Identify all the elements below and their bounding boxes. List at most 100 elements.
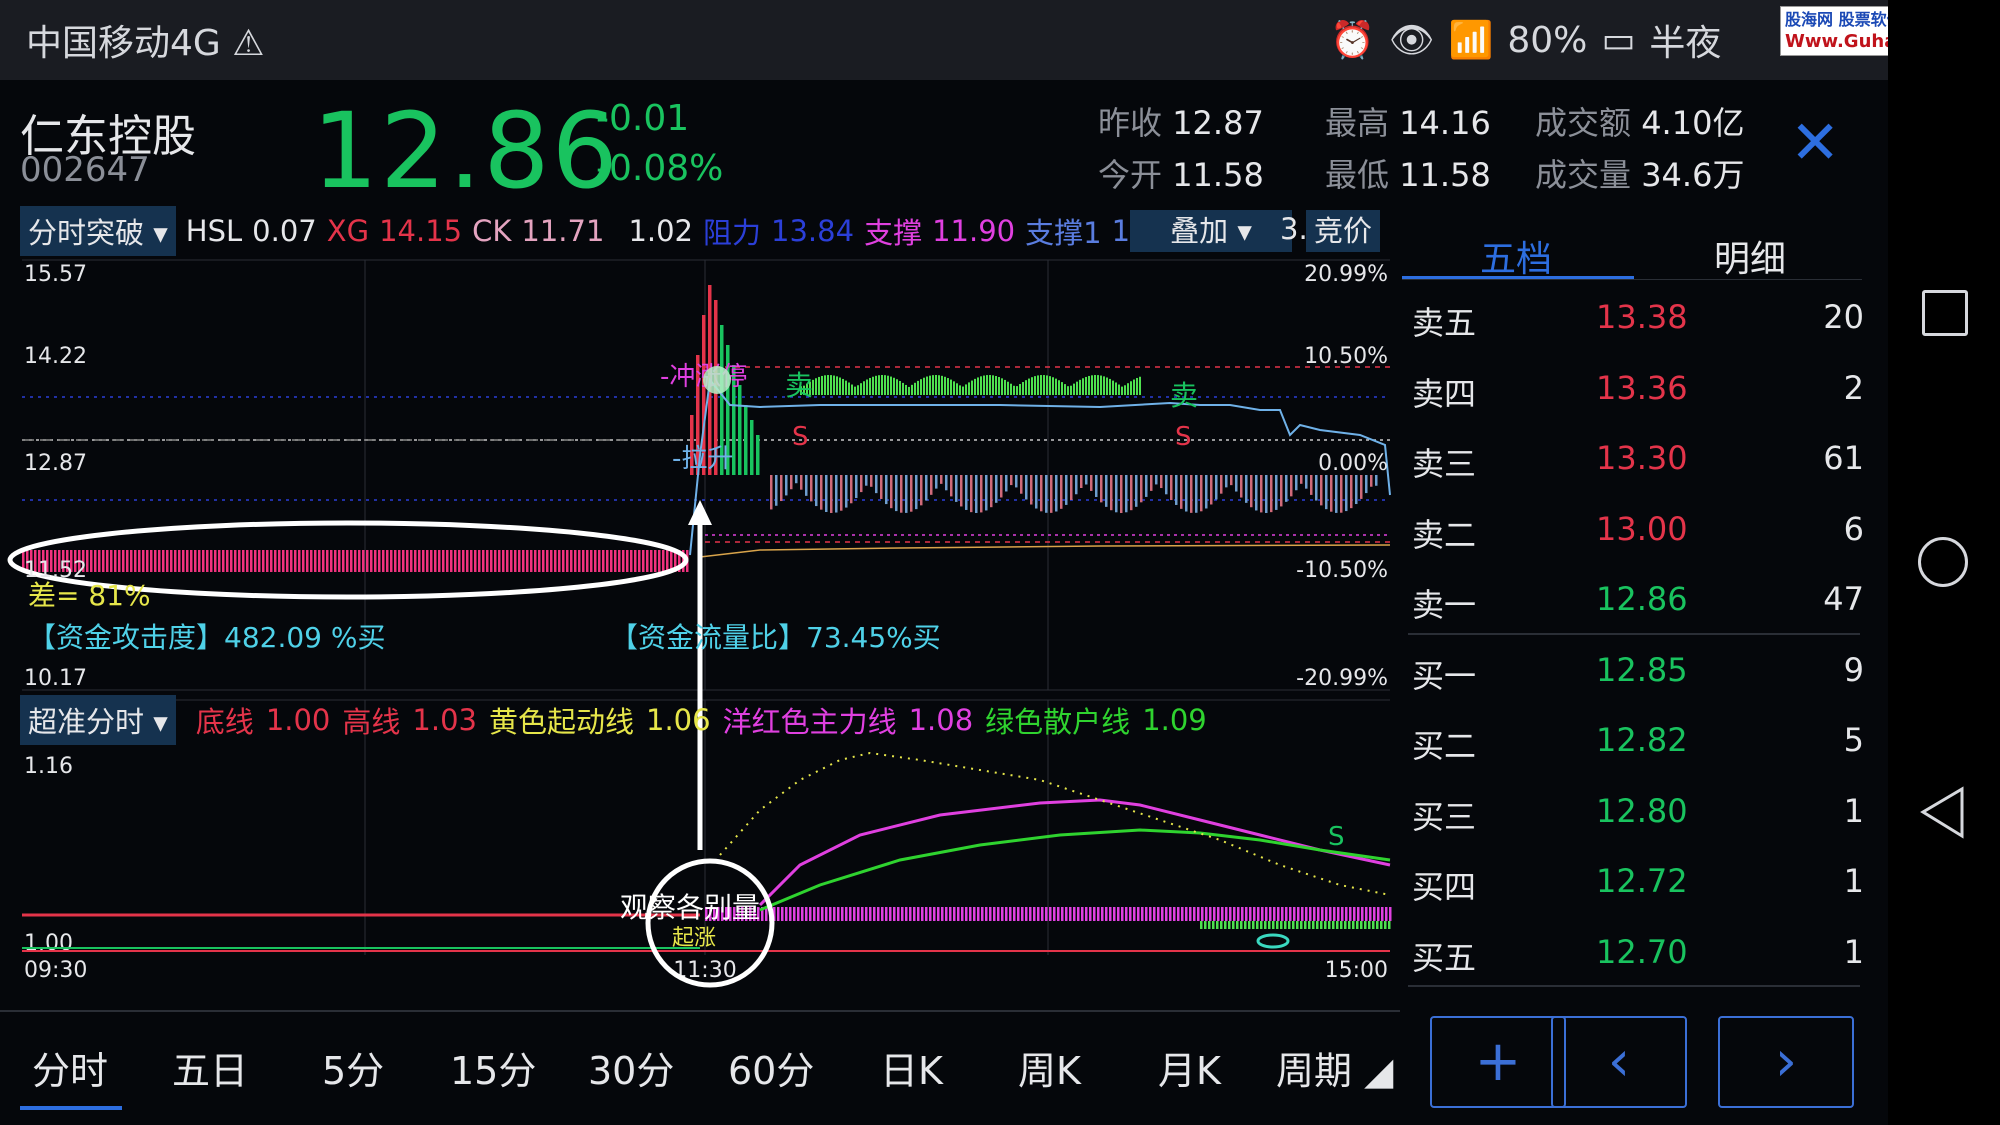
label-mai-2: 卖 <box>1170 379 1198 412</box>
flow-bar <box>970 475 973 513</box>
flow-bar <box>975 475 978 513</box>
pink-bar <box>194 550 197 572</box>
pink-bar <box>150 550 153 572</box>
flow-bar <box>1030 475 1033 505</box>
sub-indicator-row: 超准分时 ▾ 底线 1.00 高线 1.03 黄色起动线 1.06 洋红色主力线… <box>20 695 1207 745</box>
period-tab-7[interactable]: 周K <box>1018 1040 1081 1095</box>
bid-row[interactable]: 买五 12.70 1 <box>1412 917 1864 987</box>
magenta-bar <box>929 907 932 921</box>
back-icon[interactable] <box>1918 785 1968 840</box>
magenta-bar <box>1261 907 1264 921</box>
green-bar <box>881 375 883 395</box>
pink-bar <box>478 550 481 572</box>
pink-bar <box>514 550 517 572</box>
magenta-bar <box>1165 907 1168 921</box>
period-tab-2[interactable]: 5分 <box>322 1040 384 1095</box>
flow-bar <box>1260 475 1263 513</box>
pink-bar <box>318 550 321 572</box>
intraday-chart[interactable]: -冲涨停 -拉升 卖 卖 S S 15.57 14.22 12.87 11.52… <box>0 255 1395 1015</box>
orderbook-tabs: 五档 明细 <box>1402 222 1862 284</box>
magenta-bar <box>993 907 996 921</box>
pink-bar <box>386 550 389 572</box>
pink-bar <box>550 550 553 572</box>
recents-icon[interactable] <box>1922 290 1968 336</box>
ask-row[interactable]: 卖四 13.36 2 <box>1412 353 1864 423</box>
magenta-bar <box>817 907 820 921</box>
flow-bar <box>935 475 938 489</box>
pink-bar <box>218 550 221 572</box>
ask-row[interactable]: 卖三 13.30 61 <box>1412 423 1864 493</box>
magenta-bar <box>917 907 920 921</box>
green-bar <box>851 384 853 395</box>
magenta-bar <box>989 907 992 921</box>
magenta-bar <box>957 907 960 921</box>
bid-row[interactable]: 买三 12.80 1 <box>1412 776 1864 846</box>
home-icon[interactable] <box>1918 537 1968 587</box>
tab-mingxi[interactable]: 明细 <box>1714 230 1786 282</box>
sub-indicator-selector[interactable]: 超准分时 ▾ <box>20 695 176 745</box>
bid-row[interactable]: 买二 12.82 5 <box>1412 705 1864 775</box>
flow-bar <box>960 475 963 507</box>
pink-bar <box>446 550 449 572</box>
green-bar <box>857 385 859 395</box>
pink-bar <box>518 550 521 572</box>
flow-bar <box>810 475 813 502</box>
magenta-bar <box>1173 907 1176 921</box>
period-tab-8[interactable]: 月K <box>1158 1040 1221 1095</box>
green-sub-bar <box>1296 921 1299 929</box>
pink-bar <box>306 550 309 572</box>
green-bar <box>998 377 1000 395</box>
period-tab-6[interactable]: 日K <box>880 1040 943 1095</box>
pink-bar <box>634 550 637 572</box>
magenta-bar <box>965 907 968 921</box>
ask-row[interactable]: 卖一 12.86 47 <box>1412 564 1864 634</box>
magenta-bar <box>997 907 1000 921</box>
pink-bar <box>106 550 109 572</box>
period-tab-3[interactable]: 15分 <box>450 1040 536 1095</box>
period-tab-4[interactable]: 30分 <box>588 1040 674 1095</box>
zc-value: 11.90 <box>932 214 1016 248</box>
add-watch-button[interactable]: + <box>1430 1016 1566 1108</box>
bid-row[interactable]: 买一 12.85 9 <box>1412 635 1864 705</box>
period-tab-1[interactable]: 五日 <box>172 1040 248 1095</box>
pink-bar <box>290 550 293 572</box>
close-icon[interactable]: ✕ <box>1790 108 1840 178</box>
y-right-3: -10.50% <box>1296 558 1388 583</box>
magenta-bar <box>1097 907 1100 921</box>
pink-bar <box>302 550 305 572</box>
pink-bar <box>238 550 241 572</box>
label-lasheng: -拉升 <box>672 444 733 474</box>
ask-row[interactable]: 卖五 13.38 20 <box>1412 282 1864 352</box>
green-bar <box>869 377 871 395</box>
tab-wudang[interactable]: 五档 <box>1480 230 1552 282</box>
flow-bar <box>1285 475 1288 502</box>
indicator-selector[interactable]: 分时突破 ▾ <box>20 206 176 256</box>
flow-bar <box>1140 475 1143 503</box>
green-bar <box>1034 376 1036 395</box>
ask-row[interactable]: 卖二 13.00 6 <box>1412 494 1864 564</box>
period-tab-9[interactable]: 周期 ◢ <box>1276 1040 1393 1095</box>
flow-bars <box>770 475 1378 513</box>
green-sub-bar <box>1372 921 1375 929</box>
magenta-bar <box>821 907 824 921</box>
prev-stock-button[interactable]: ‹ <box>1551 1016 1687 1108</box>
sub-s-mark: S <box>1328 822 1345 852</box>
price-change: -0.01 <box>596 98 690 139</box>
period-tab-5[interactable]: 60分 <box>728 1040 814 1095</box>
gaoxian-value: 1.03 <box>412 703 477 737</box>
flow-bar <box>950 475 953 497</box>
flow-bar <box>855 475 858 499</box>
auction-button[interactable]: 竞价 <box>1306 210 1381 252</box>
overlay-button[interactable]: 叠加 ▾ <box>1130 210 1292 252</box>
green-sub-strip <box>1200 921 1391 929</box>
green-sub-bar <box>1304 921 1307 929</box>
level-price: 12.70 <box>1596 932 1688 971</box>
pink-bar <box>654 550 657 572</box>
magenta-bar <box>833 907 836 921</box>
next-stock-button[interactable]: › <box>1718 1016 1854 1108</box>
bid-row[interactable]: 买四 12.72 1 <box>1412 846 1864 916</box>
green-bar <box>824 375 826 395</box>
flow-bar <box>990 475 993 508</box>
period-tab-0[interactable]: 分时 <box>32 1040 108 1095</box>
pink-bar <box>246 550 249 572</box>
